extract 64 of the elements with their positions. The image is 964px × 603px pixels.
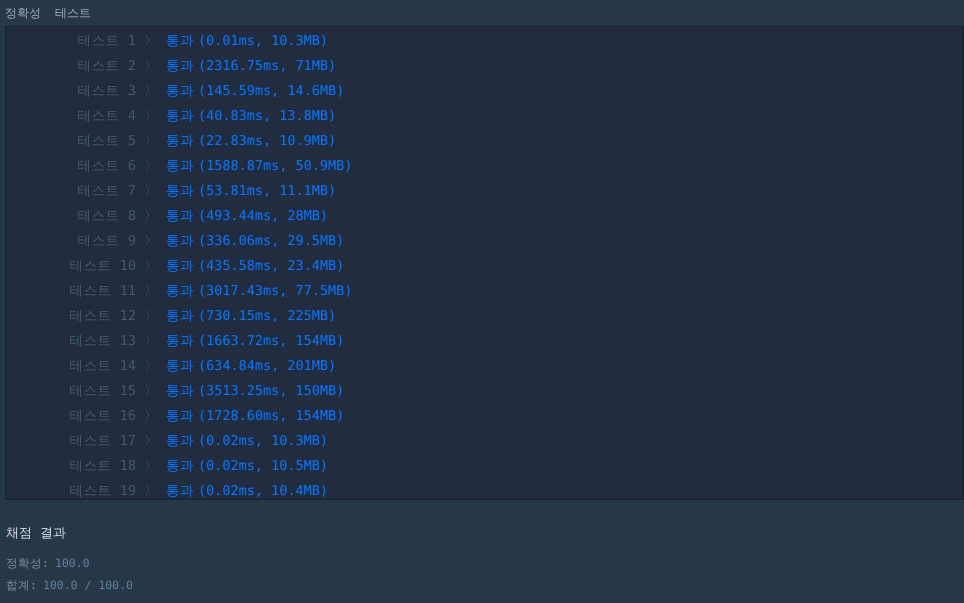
- result-detail: (0.01ms, 10.3MB): [198, 32, 328, 48]
- result-detail: (493.44ms, 28MB): [198, 208, 328, 224]
- result-detail: (336.06ms, 29.5MB): [198, 232, 344, 248]
- chevron-icon: 〉: [136, 132, 166, 150]
- result-status: 통과: [166, 132, 194, 150]
- result-detail: (0.02ms, 10.4MB): [198, 482, 328, 498]
- result-status: 통과: [166, 406, 194, 424]
- summary-value: 100.0 / 100.0: [42, 578, 133, 592]
- result-detail: (3513.25ms, 150MB): [198, 382, 344, 398]
- summary-title: 채점 결과: [6, 525, 67, 542]
- chevron-icon: 〉: [136, 82, 166, 100]
- result-status: 통과: [166, 106, 194, 124]
- chevron-icon: 〉: [136, 382, 166, 400]
- header-label: 정확성: [5, 4, 41, 22]
- chevron-icon: 〉: [136, 106, 166, 124]
- result-status: 통과: [166, 82, 194, 100]
- chevron-icon: 〉: [136, 156, 166, 174]
- result-status: 통과: [166, 356, 194, 374]
- result-detail: (3017.43ms, 77.5MB): [198, 282, 352, 298]
- result-status: 통과: [166, 32, 194, 50]
- summary-value: 100.0: [54, 556, 90, 570]
- chevron-icon: 〉: [136, 206, 166, 224]
- result-status: 통과: [166, 256, 194, 274]
- result-status: 통과: [166, 206, 194, 224]
- result-status: 통과: [166, 56, 194, 74]
- result-detail: (22.83ms, 10.9MB): [198, 132, 336, 148]
- result-detail: (2316.75ms, 71MB): [198, 58, 336, 74]
- result-status: 통과: [166, 382, 194, 400]
- result-detail: (40.83ms, 13.8MB): [198, 108, 336, 124]
- result-detail: (1588.87ms, 50.9MB): [198, 158, 352, 174]
- result-status: 통과: [166, 182, 194, 200]
- chevron-icon: 〉: [136, 232, 166, 250]
- result-status: 통과: [166, 282, 194, 300]
- summary-label: 합계:: [6, 578, 37, 592]
- result-status: 통과: [166, 232, 194, 250]
- result-detail: (1663.72ms, 154MB): [198, 332, 344, 348]
- chevron-icon: 〉: [136, 406, 166, 424]
- result-status: 통과: [166, 156, 194, 174]
- result-status: 통과: [166, 306, 194, 324]
- result-detail: (435.58ms, 23.4MB): [198, 258, 344, 274]
- chevron-icon: 〉: [136, 56, 166, 74]
- header-label: 테스트: [55, 4, 91, 22]
- chevron-icon: 〉: [136, 332, 166, 350]
- result-detail: (0.02ms, 10.5MB): [198, 458, 328, 474]
- result-detail: (634.84ms, 201MB): [198, 358, 336, 374]
- result-detail: (0.02ms, 10.3MB): [198, 432, 328, 448]
- result-status: 통과: [166, 456, 194, 474]
- result-detail: (145.59ms, 14.6MB): [198, 82, 344, 98]
- result-detail: (53.81ms, 11.1MB): [198, 182, 336, 198]
- result-status: 통과: [166, 332, 194, 350]
- chevron-icon: 〉: [136, 306, 166, 324]
- chevron-icon: 〉: [136, 356, 166, 374]
- chevron-icon: 〉: [136, 482, 166, 500]
- result-detail: (730.15ms, 225MB): [198, 308, 336, 324]
- summary-label: 정확성:: [6, 556, 49, 570]
- chevron-icon: 〉: [136, 32, 166, 50]
- chevron-icon: 〉: [136, 282, 166, 300]
- result-status: 통과: [166, 432, 194, 450]
- chevron-icon: 〉: [136, 432, 166, 450]
- result-detail: (1728.60ms, 154MB): [198, 408, 344, 424]
- result-status: 통과: [166, 482, 194, 500]
- chevron-icon: 〉: [136, 182, 166, 200]
- chevron-icon: 〉: [136, 256, 166, 274]
- chevron-icon: 〉: [136, 456, 166, 474]
